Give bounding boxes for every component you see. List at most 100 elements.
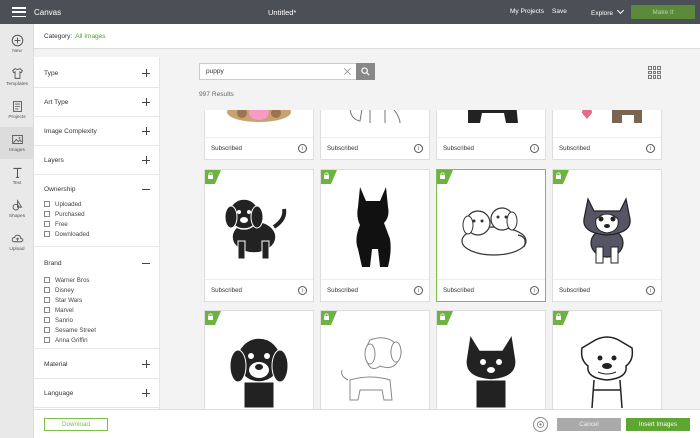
image-card-selected[interactable]: Subscribed i bbox=[436, 169, 546, 302]
image-thumbnail bbox=[553, 311, 661, 409]
image-card[interactable]: Subscribedi bbox=[320, 310, 430, 409]
rail-item-templates[interactable]: Templates bbox=[0, 61, 34, 93]
save-link[interactable]: Save bbox=[552, 8, 567, 15]
option-label: Free bbox=[55, 220, 68, 228]
image-card[interactable]: Subscribed i bbox=[552, 169, 662, 302]
search-input[interactable] bbox=[199, 63, 356, 80]
checkbox[interactable] bbox=[44, 307, 50, 313]
rail-label: Shapes bbox=[8, 214, 26, 219]
filter-art-type-header[interactable]: Art Type bbox=[44, 88, 150, 116]
make-it-button[interactable]: Make It bbox=[631, 5, 695, 19]
subscription-status: Subscribed bbox=[559, 287, 590, 294]
option-label: Sesame Street bbox=[55, 326, 96, 334]
filter-type-header[interactable]: Type bbox=[44, 59, 150, 87]
rail-item-images[interactable]: Images bbox=[0, 127, 34, 159]
grid-view-icon[interactable] bbox=[648, 66, 661, 79]
info-icon[interactable]: i bbox=[298, 144, 307, 153]
ownership-option-purchased[interactable]: Purchased bbox=[44, 209, 150, 219]
search-button[interactable] bbox=[356, 63, 375, 80]
rail-item-projects[interactable]: Projects bbox=[0, 94, 34, 126]
insert-images-button[interactable]: Insert Images bbox=[626, 418, 690, 431]
close-icon[interactable] bbox=[343, 67, 352, 76]
checkbox[interactable] bbox=[44, 327, 50, 333]
image-thumbnail bbox=[553, 170, 661, 278]
menu-icon[interactable] bbox=[12, 7, 26, 17]
brand-option-sesame-street[interactable]: Sesame Street bbox=[44, 325, 150, 335]
brand-option-anna-griffin[interactable]: Anna Griffin bbox=[44, 335, 150, 345]
brand-option-star-wars[interactable]: Star Wars bbox=[44, 295, 150, 305]
plus-icon bbox=[142, 389, 150, 397]
explore-menu[interactable]: Explore bbox=[591, 6, 625, 17]
machine-icon[interactable] bbox=[533, 417, 548, 432]
cancel-button[interactable]: Cancel bbox=[557, 418, 621, 431]
image-card[interactable]: Subscribedi bbox=[552, 110, 662, 160]
explore-label: Explore bbox=[591, 10, 614, 17]
checkbox[interactable] bbox=[44, 231, 50, 237]
brand-option-sanrio[interactable]: Sanrio bbox=[44, 315, 150, 325]
ownership-option-downloaded[interactable]: Downloaded bbox=[44, 229, 150, 239]
checkbox[interactable] bbox=[44, 221, 50, 227]
filter-brand: Brand Warner Bros Disney Star Wars Marve… bbox=[34, 251, 159, 349]
image-card[interactable]: Subscribedi bbox=[204, 310, 314, 409]
image-card[interactable]: Subscribedi bbox=[552, 310, 662, 409]
app-name: Canvas bbox=[34, 7, 62, 17]
option-label: Star Wars bbox=[55, 296, 83, 304]
checkbox[interactable] bbox=[44, 277, 50, 283]
rail-item-upload[interactable]: Upload bbox=[0, 226, 34, 258]
search-icon bbox=[361, 67, 370, 76]
checkbox[interactable] bbox=[44, 337, 50, 343]
rail-item-text[interactable]: Text bbox=[0, 160, 34, 192]
info-icon[interactable]: i bbox=[414, 144, 423, 153]
rail-item-shapes[interactable]: Shapes bbox=[0, 193, 34, 225]
ownership-option-free[interactable]: Free bbox=[44, 219, 150, 229]
checkbox[interactable] bbox=[44, 211, 50, 217]
option-label: Warner Bros bbox=[55, 276, 90, 284]
brand-option-warner-bros[interactable]: Warner Bros bbox=[44, 275, 150, 285]
filter-image-complexity: Image Complexity bbox=[34, 117, 159, 146]
subscription-status: Subscribed bbox=[327, 145, 358, 152]
plus-icon bbox=[142, 360, 150, 368]
filter-title: Language bbox=[44, 389, 74, 397]
info-icon[interactable]: i bbox=[530, 286, 539, 295]
download-button[interactable]: Download bbox=[44, 418, 108, 431]
filter-brand-header[interactable]: Brand bbox=[44, 251, 150, 275]
image-card[interactable]: Subscribedi bbox=[204, 169, 314, 302]
image-card[interactable]: Subscribedi bbox=[204, 110, 314, 160]
filter-ownership: Ownership Uploaded Purchased Free Downlo… bbox=[34, 179, 159, 247]
brand-option-disney[interactable]: Disney bbox=[44, 285, 150, 295]
image-card[interactable]: Subscribedi bbox=[436, 110, 546, 160]
minus-icon bbox=[142, 259, 150, 267]
checkbox[interactable] bbox=[44, 287, 50, 293]
ownership-option-uploaded[interactable]: Uploaded bbox=[44, 199, 150, 209]
machine-glyph-icon bbox=[536, 420, 545, 429]
filter-ownership-header[interactable]: Ownership bbox=[44, 179, 150, 199]
checkbox[interactable] bbox=[44, 297, 50, 303]
image-thumbnail bbox=[437, 110, 545, 136]
category-value-link[interactable]: All Images bbox=[75, 33, 105, 40]
info-icon[interactable]: i bbox=[298, 286, 307, 295]
document-title[interactable]: Untitled* bbox=[268, 8, 296, 17]
card-footer: Subscribed i bbox=[321, 137, 429, 159]
image-card[interactable]: Subscribedi bbox=[436, 310, 546, 409]
info-icon[interactable]: i bbox=[646, 144, 655, 153]
image-thumbnail bbox=[437, 170, 545, 278]
checkbox[interactable] bbox=[44, 201, 50, 207]
image-card[interactable]: Subscribedi bbox=[320, 169, 430, 302]
image-thumbnail bbox=[321, 170, 429, 278]
filter-layers-header[interactable]: Layers bbox=[44, 146, 150, 174]
option-label: Anna Griffin bbox=[55, 336, 88, 344]
filter-image-complexity-header[interactable]: Image Complexity bbox=[44, 117, 150, 145]
info-icon[interactable]: i bbox=[530, 144, 539, 153]
filter-panel: Type Art Type Image Complexity Layers Ow… bbox=[34, 57, 160, 409]
filter-material-header[interactable]: Material bbox=[44, 350, 150, 378]
filter-title: Image Complexity bbox=[44, 127, 97, 135]
info-icon[interactable]: i bbox=[414, 286, 423, 295]
info-icon[interactable]: i bbox=[646, 286, 655, 295]
image-card[interactable]: Subscribed i bbox=[320, 110, 430, 160]
my-projects-link[interactable]: My Projects bbox=[510, 8, 544, 15]
filter-language-header[interactable]: Language bbox=[44, 379, 150, 407]
rail-item-new[interactable]: New bbox=[0, 28, 34, 60]
filter-language: Language bbox=[34, 379, 159, 408]
brand-option-marvel[interactable]: Marvel bbox=[44, 305, 150, 315]
checkbox[interactable] bbox=[44, 317, 50, 323]
